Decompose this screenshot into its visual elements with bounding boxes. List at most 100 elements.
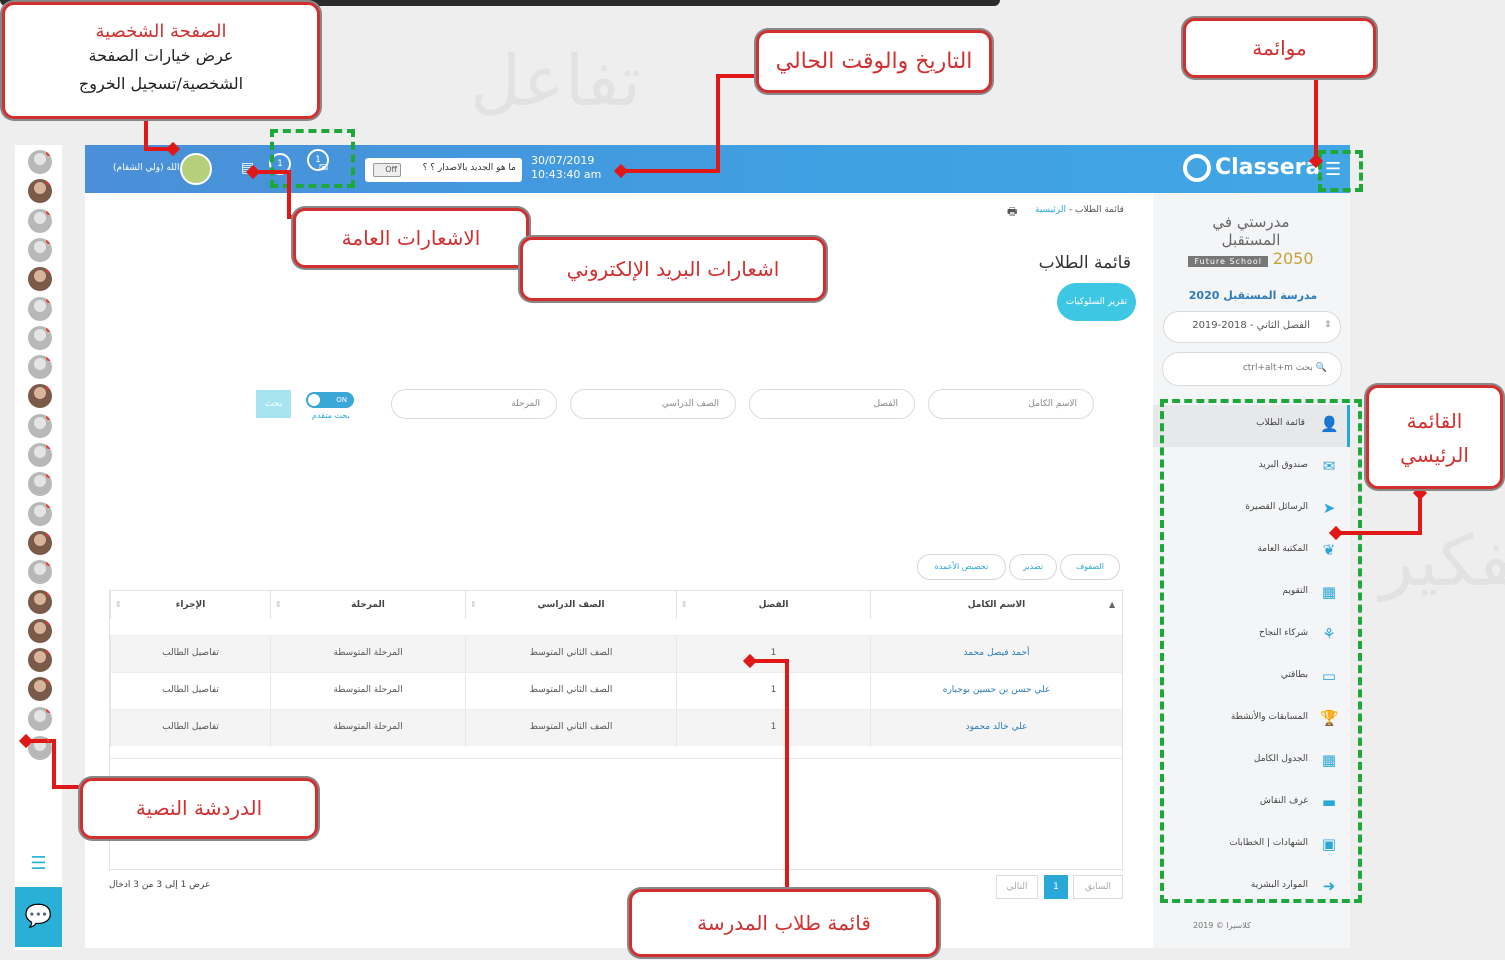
- chat-user-avatar[interactable]: [28, 530, 52, 555]
- chat-users-column: [15, 145, 62, 950]
- section-filter[interactable]: الفصل: [749, 389, 915, 419]
- table-row[interactable]: علي خالد محمود 1 الصف الثاني المتوسط المرحل…: [110, 709, 1122, 747]
- sort-icon: ⇕: [115, 600, 122, 609]
- connector-line: [1314, 80, 1318, 160]
- col-action-cell[interactable]: تفاصيل الطالب: [110, 636, 270, 673]
- whats-new-toggle[interactable]: Off: [373, 163, 401, 177]
- col-fullname-header[interactable]: ▲ الاسم الكامل: [870, 591, 1122, 619]
- pager-next[interactable]: التالي: [996, 875, 1038, 899]
- students-callout: قائمة طلاب المدرسة: [629, 889, 939, 957]
- offline-status-dot: [46, 443, 52, 449]
- mail-notifs-callout: اشعارات البريد الإلكتروني: [520, 237, 826, 301]
- table-row[interactable]: أحمد فيصل محمد 1 الصف الثاني المتوسط المرحل…: [110, 635, 1122, 673]
- advanced-search-toggle[interactable]: ON: [306, 392, 354, 408]
- offline-status-dot: [46, 384, 52, 391]
- chat-user-avatar[interactable]: [28, 501, 52, 526]
- table-row[interactable]: علي حسن بن حسين بوجباره 1 الصف الثاني المت…: [110, 672, 1122, 710]
- connector-line: [622, 169, 720, 173]
- chat-user-avatar[interactable]: [28, 325, 52, 350]
- sort-icon: ⇕: [681, 600, 688, 609]
- chat-user-avatar[interactable]: [28, 472, 52, 497]
- profile-callout-line1: عرض خيارات الصفحة: [88, 46, 234, 65]
- school-name[interactable]: مدرسة المستقبل 2020: [1173, 289, 1333, 302]
- chat-user-avatar[interactable]: [28, 648, 52, 673]
- chat-user-avatar[interactable]: [28, 296, 52, 321]
- chat-user-avatar[interactable]: [28, 179, 52, 204]
- chat-user-avatar[interactable]: [28, 150, 52, 174]
- background-watermark: تفاعل: [470, 40, 642, 122]
- col-fullname-cell[interactable]: علي حسن بن حسين بوجباره: [870, 673, 1122, 710]
- connector-line: [1336, 531, 1422, 535]
- rows-button[interactable]: الصفوف: [1060, 554, 1120, 580]
- offline-status-dot: [46, 560, 52, 567]
- breadcrumb: قائمة الطلاب - الرئيسية: [1035, 205, 1124, 215]
- copyright: كلاسيرا © 2019: [1193, 921, 1251, 930]
- col-stage-header[interactable]: ⇕ المرحلة: [270, 591, 465, 619]
- chat-user-avatar[interactable]: [28, 560, 52, 585]
- school-logo-text: مدرستي في المستقبل: [1212, 213, 1290, 249]
- col-action-cell[interactable]: تفاصيل الطالب: [110, 710, 270, 747]
- offline-status-dot: [46, 472, 52, 479]
- print-icon[interactable]: 🖶: [1007, 203, 1017, 222]
- col-action-cell[interactable]: تفاصيل الطالب: [110, 673, 270, 710]
- connector-line: [287, 170, 291, 218]
- whats-new-text: ما هو الجديد بالاصدار ؟ ؟: [422, 163, 516, 173]
- customize-columns-button[interactable]: تخصيص الأعمدة: [917, 554, 1006, 580]
- offline-status-dot: [46, 736, 52, 742]
- col-grade-cell: الصف الثاني المتوسط: [465, 710, 676, 747]
- current-datetime: 30/07/2019 10:43:40 am: [531, 154, 601, 182]
- school-logo: مدرستي في المستقبل Future School 2050: [1181, 213, 1321, 268]
- user-avatar[interactable]: [180, 153, 212, 185]
- pager-page-1[interactable]: 1: [1044, 875, 1068, 899]
- offline-status-dot: [46, 530, 52, 537]
- list-icon[interactable]: ☰: [15, 842, 62, 886]
- classera-logo[interactable]: Classera: [1183, 154, 1320, 182]
- chat-user-avatar[interactable]: [28, 706, 52, 731]
- menu-callout: موائمة: [1183, 18, 1376, 78]
- col-fullname-cell[interactable]: أحمد فيصل محمد: [870, 636, 1122, 673]
- stage-filter[interactable]: المرحلة: [391, 389, 557, 419]
- profile-callout: الصفحة الشخصية عرض خيارات الصفحة الشخصية…: [2, 2, 320, 119]
- logo-text: Classera: [1215, 155, 1321, 180]
- col-section-cell: 1: [676, 710, 870, 747]
- breadcrumb-home[interactable]: الرئيسية: [1035, 205, 1066, 215]
- offline-status-dot: [46, 150, 52, 156]
- chat-user-avatar[interactable]: [28, 589, 52, 614]
- semester-select[interactable]: ⇕ الفصل الثاني - 2018-2019: [1163, 311, 1341, 343]
- chat-user-avatar[interactable]: [28, 355, 52, 380]
- offline-status-dot: [46, 677, 52, 684]
- chat-user-avatar[interactable]: [28, 267, 52, 292]
- chat-user-avatar[interactable]: [28, 208, 52, 233]
- main-menu-callout: القائمة الرئيسي: [1366, 385, 1503, 489]
- chat-user-avatar[interactable]: [28, 618, 52, 643]
- col-grade-header[interactable]: ⇕ الصف الدراسي: [465, 591, 676, 619]
- offline-status-dot: [46, 618, 52, 625]
- offline-status-dot: [46, 355, 52, 362]
- connector-line: [52, 739, 56, 789]
- chat-user-avatar[interactable]: [28, 413, 52, 438]
- col-action-header[interactable]: ⇕ الإجراء: [110, 591, 270, 619]
- chat-bubble-icon[interactable]: 💬: [15, 887, 62, 947]
- behaviors-report-button[interactable]: تقرير السلوكيات: [1057, 283, 1136, 321]
- pager-prev[interactable]: السابق: [1073, 875, 1123, 899]
- chat-user-avatar[interactable]: [28, 237, 52, 262]
- table-info: عرض 1 إلى 3 من 3 ادخال: [109, 880, 211, 890]
- fullname-filter[interactable]: الاسم الكامل: [928, 389, 1094, 419]
- export-button[interactable]: تصدير: [1009, 554, 1057, 580]
- col-fullname-cell[interactable]: علي خالد محمود: [870, 710, 1122, 747]
- chat-user-avatar[interactable]: [28, 384, 52, 409]
- chat-user-avatar[interactable]: [28, 677, 52, 702]
- general-notifs-callout: الاشعارات العامة: [293, 208, 529, 268]
- sidebar-search-input[interactable]: ctrl+alt+m بحث 🔍: [1162, 352, 1342, 386]
- column-header-label: الصف الدراسي: [537, 600, 605, 610]
- main-menu-highlight: [1160, 399, 1362, 903]
- col-stage-cell: المرحلة المتوسطة: [270, 710, 465, 747]
- search-button[interactable]: بحث: [256, 390, 291, 418]
- grade-filter[interactable]: الصف الدراسي: [570, 389, 736, 419]
- offline-status-dot: [46, 413, 52, 420]
- column-header-label: الاسم الكامل: [967, 600, 1026, 610]
- col-section-header[interactable]: ⇕ الفصل: [676, 591, 870, 619]
- chat-user-avatar[interactable]: [28, 443, 52, 467]
- col-stage-cell: المرحلة المتوسطة: [270, 636, 465, 673]
- whats-new-banner[interactable]: Off ما هو الجديد بالاصدار ؟ ؟: [365, 158, 522, 182]
